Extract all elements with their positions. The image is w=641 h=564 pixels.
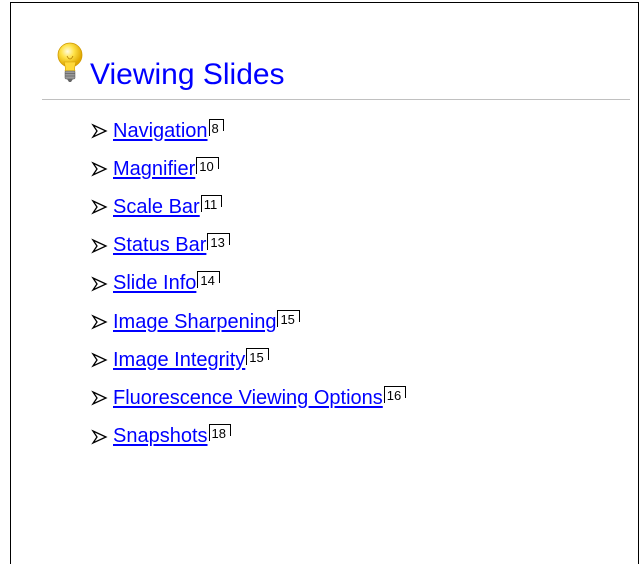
bullet-arrow-icon — [91, 161, 108, 177]
list-item: Magnifier 10 — [90, 150, 406, 188]
bullet-arrow-icon — [91, 276, 108, 292]
bullet-arrow-icon — [91, 123, 108, 139]
list-item: Navigation 8 — [90, 112, 406, 150]
list-item: Fluorescence Viewing Options 16 — [90, 379, 407, 417]
page-reference[interactable]: 10 — [196, 156, 220, 174]
bullet-arrow-icon — [91, 352, 108, 368]
page-reference[interactable]: 14 — [197, 271, 221, 289]
page-reference[interactable]: 15 — [246, 347, 270, 365]
page-title: Viewing Slides — [90, 58, 285, 91]
bullet-arrow-icon — [91, 314, 108, 330]
topic-link-image-integrity[interactable]: Image Integrity — [113, 349, 245, 372]
list-item: Slide Info 14 — [90, 265, 406, 303]
topic-link-fluorescence-viewing-options[interactable]: Fluorescence Viewing Options — [113, 387, 383, 410]
bullet-arrow-icon — [91, 238, 108, 254]
list-item: Snapshots 18 — [90, 418, 406, 456]
page-reference[interactable]: 11 — [200, 194, 223, 212]
topic-link-magnifier[interactable]: Magnifier — [113, 158, 195, 181]
topic-link-navigation[interactable]: Navigation — [113, 120, 208, 143]
list-item: Scale Bar 11 — [90, 188, 406, 226]
topic-link-status-bar[interactable]: Status Bar — [113, 234, 206, 257]
page-reference[interactable]: 18 — [208, 424, 232, 442]
topic-link-image-sharpening[interactable]: Image Sharpening — [113, 311, 276, 334]
topic-link-snapshots[interactable]: Snapshots — [113, 425, 208, 448]
topic-link-scale-bar[interactable]: Scale Bar — [113, 196, 200, 219]
list-item: Image Sharpening 15 — [90, 303, 406, 341]
title-divider — [42, 99, 630, 100]
page-reference[interactable]: 13 — [207, 233, 231, 251]
page-reference[interactable]: 16 — [383, 385, 407, 403]
bullet-arrow-icon — [91, 199, 108, 216]
bullet-arrow-icon — [91, 429, 108, 445]
page-reference[interactable]: 8 — [208, 118, 224, 136]
list-item: Status Bar 13 — [90, 227, 406, 265]
page-reference[interactable]: 15 — [277, 309, 301, 327]
lightbulb-icon — [57, 42, 83, 82]
list-item: Image Integrity 15 — [90, 341, 406, 379]
topic-list: Navigation 8 Magnifier 10 Scale Bar 11 S… — [90, 112, 407, 456]
bullet-arrow-icon — [91, 390, 108, 406]
topic-link-slide-info[interactable]: Slide Info — [113, 272, 196, 295]
